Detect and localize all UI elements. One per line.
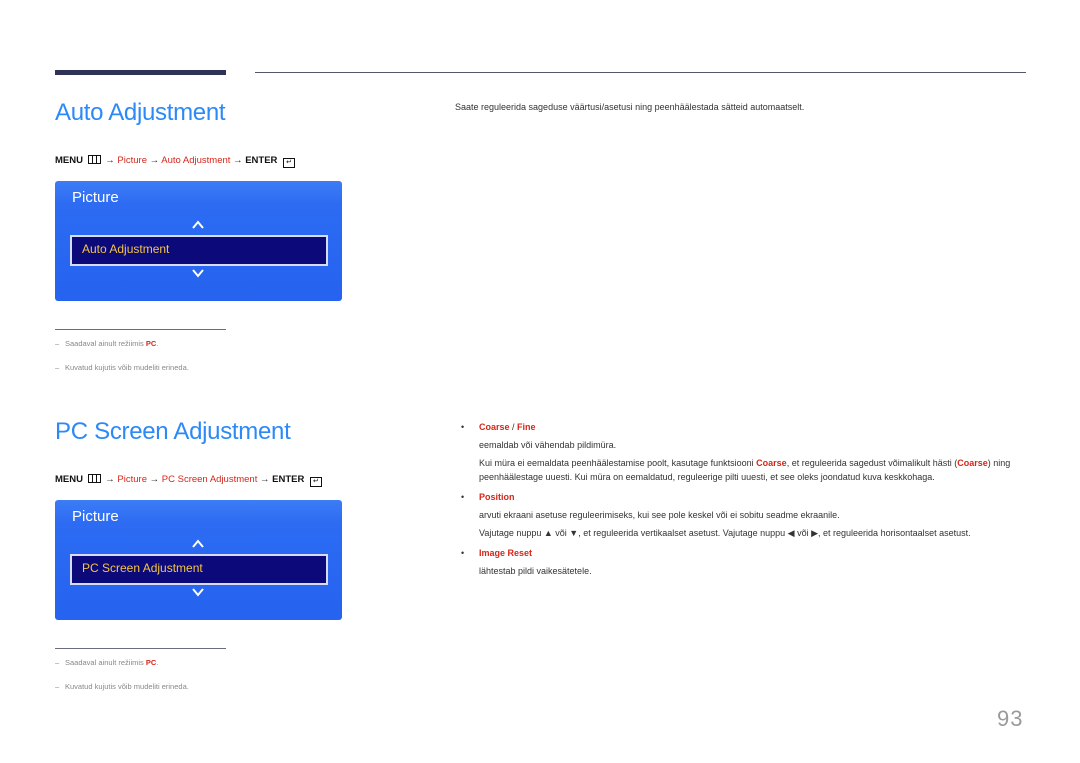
osd-title: Picture <box>72 508 119 525</box>
path-step-pc-screen-adjustment: PC Screen Adjustment <box>161 474 258 485</box>
path-step-auto-adjustment: Auto Adjustment <box>161 155 231 166</box>
path-step-picture: Picture <box>117 474 147 485</box>
menu-path: MENU → Picture → Auto Adjustment → ENTER… <box>55 155 296 168</box>
note-divider <box>55 648 226 649</box>
option-title-coarse: Coarse <box>479 422 510 432</box>
page-number: 93 <box>997 706 1024 731</box>
option-title-fine: Fine <box>517 422 536 432</box>
option-image-reset: • Image Reset lähtestab pildi vaikesätet… <box>461 546 1031 578</box>
menu-icon <box>87 155 101 164</box>
enter-label: ENTER <box>245 155 278 166</box>
chevron-down-icon[interactable] <box>192 586 204 598</box>
note-pc-only: – Saadaval ainult režiimis PC. <box>55 339 159 348</box>
note-image-may-differ: – Kuvatud kujutis võib mudeliti erineda. <box>55 682 189 691</box>
chevron-down-icon[interactable] <box>192 267 204 279</box>
enter-icon: ↵ <box>309 477 322 487</box>
section-title-auto-adjustment: Auto Adjustment <box>55 99 226 126</box>
menu-label: MENU <box>55 474 83 485</box>
osd-title: Picture <box>72 189 119 206</box>
menu-path: MENU → Picture → PC Screen Adjustment → … <box>55 474 322 487</box>
enter-label: ENTER <box>272 474 305 485</box>
osd-selected-item[interactable]: PC Screen Adjustment <box>70 554 328 585</box>
osd-menu-picture: Picture PC Screen Adjustment <box>55 500 342 620</box>
header-rule-thin <box>255 72 1026 73</box>
pc-screen-options-list: • Coarse / Fine eemaldab või vähendab pi… <box>461 420 1031 584</box>
section-title-pc-screen-adjustment: PC Screen Adjustment <box>55 418 291 445</box>
osd-selected-item[interactable]: Auto Adjustment <box>70 235 328 266</box>
auto-adjustment-description: Saate reguleerida sageduse väärtusi/aset… <box>455 102 805 112</box>
note-pc-only: – Saadaval ainult režiimis PC. <box>55 658 159 667</box>
enter-icon: ↵ <box>283 158 296 168</box>
chevron-up-icon[interactable] <box>192 538 204 550</box>
menu-icon <box>87 474 101 483</box>
menu-label: MENU <box>55 155 83 166</box>
option-title-image-reset: Image Reset <box>479 548 533 558</box>
option-coarse-fine: • Coarse / Fine eemaldab või vähendab pi… <box>461 422 1011 482</box>
path-step-picture: Picture <box>117 155 147 166</box>
note-image-may-differ: – Kuvatud kujutis võib mudeliti erineda. <box>55 363 189 372</box>
note-divider <box>55 329 226 330</box>
header-rule-thick <box>55 70 226 75</box>
option-position: • Position arvuti ekraani asetuse regule… <box>461 490 1031 540</box>
chevron-up-icon[interactable] <box>192 219 204 231</box>
osd-menu-picture: Picture Auto Adjustment <box>55 181 342 301</box>
option-title-position: Position <box>479 492 515 502</box>
